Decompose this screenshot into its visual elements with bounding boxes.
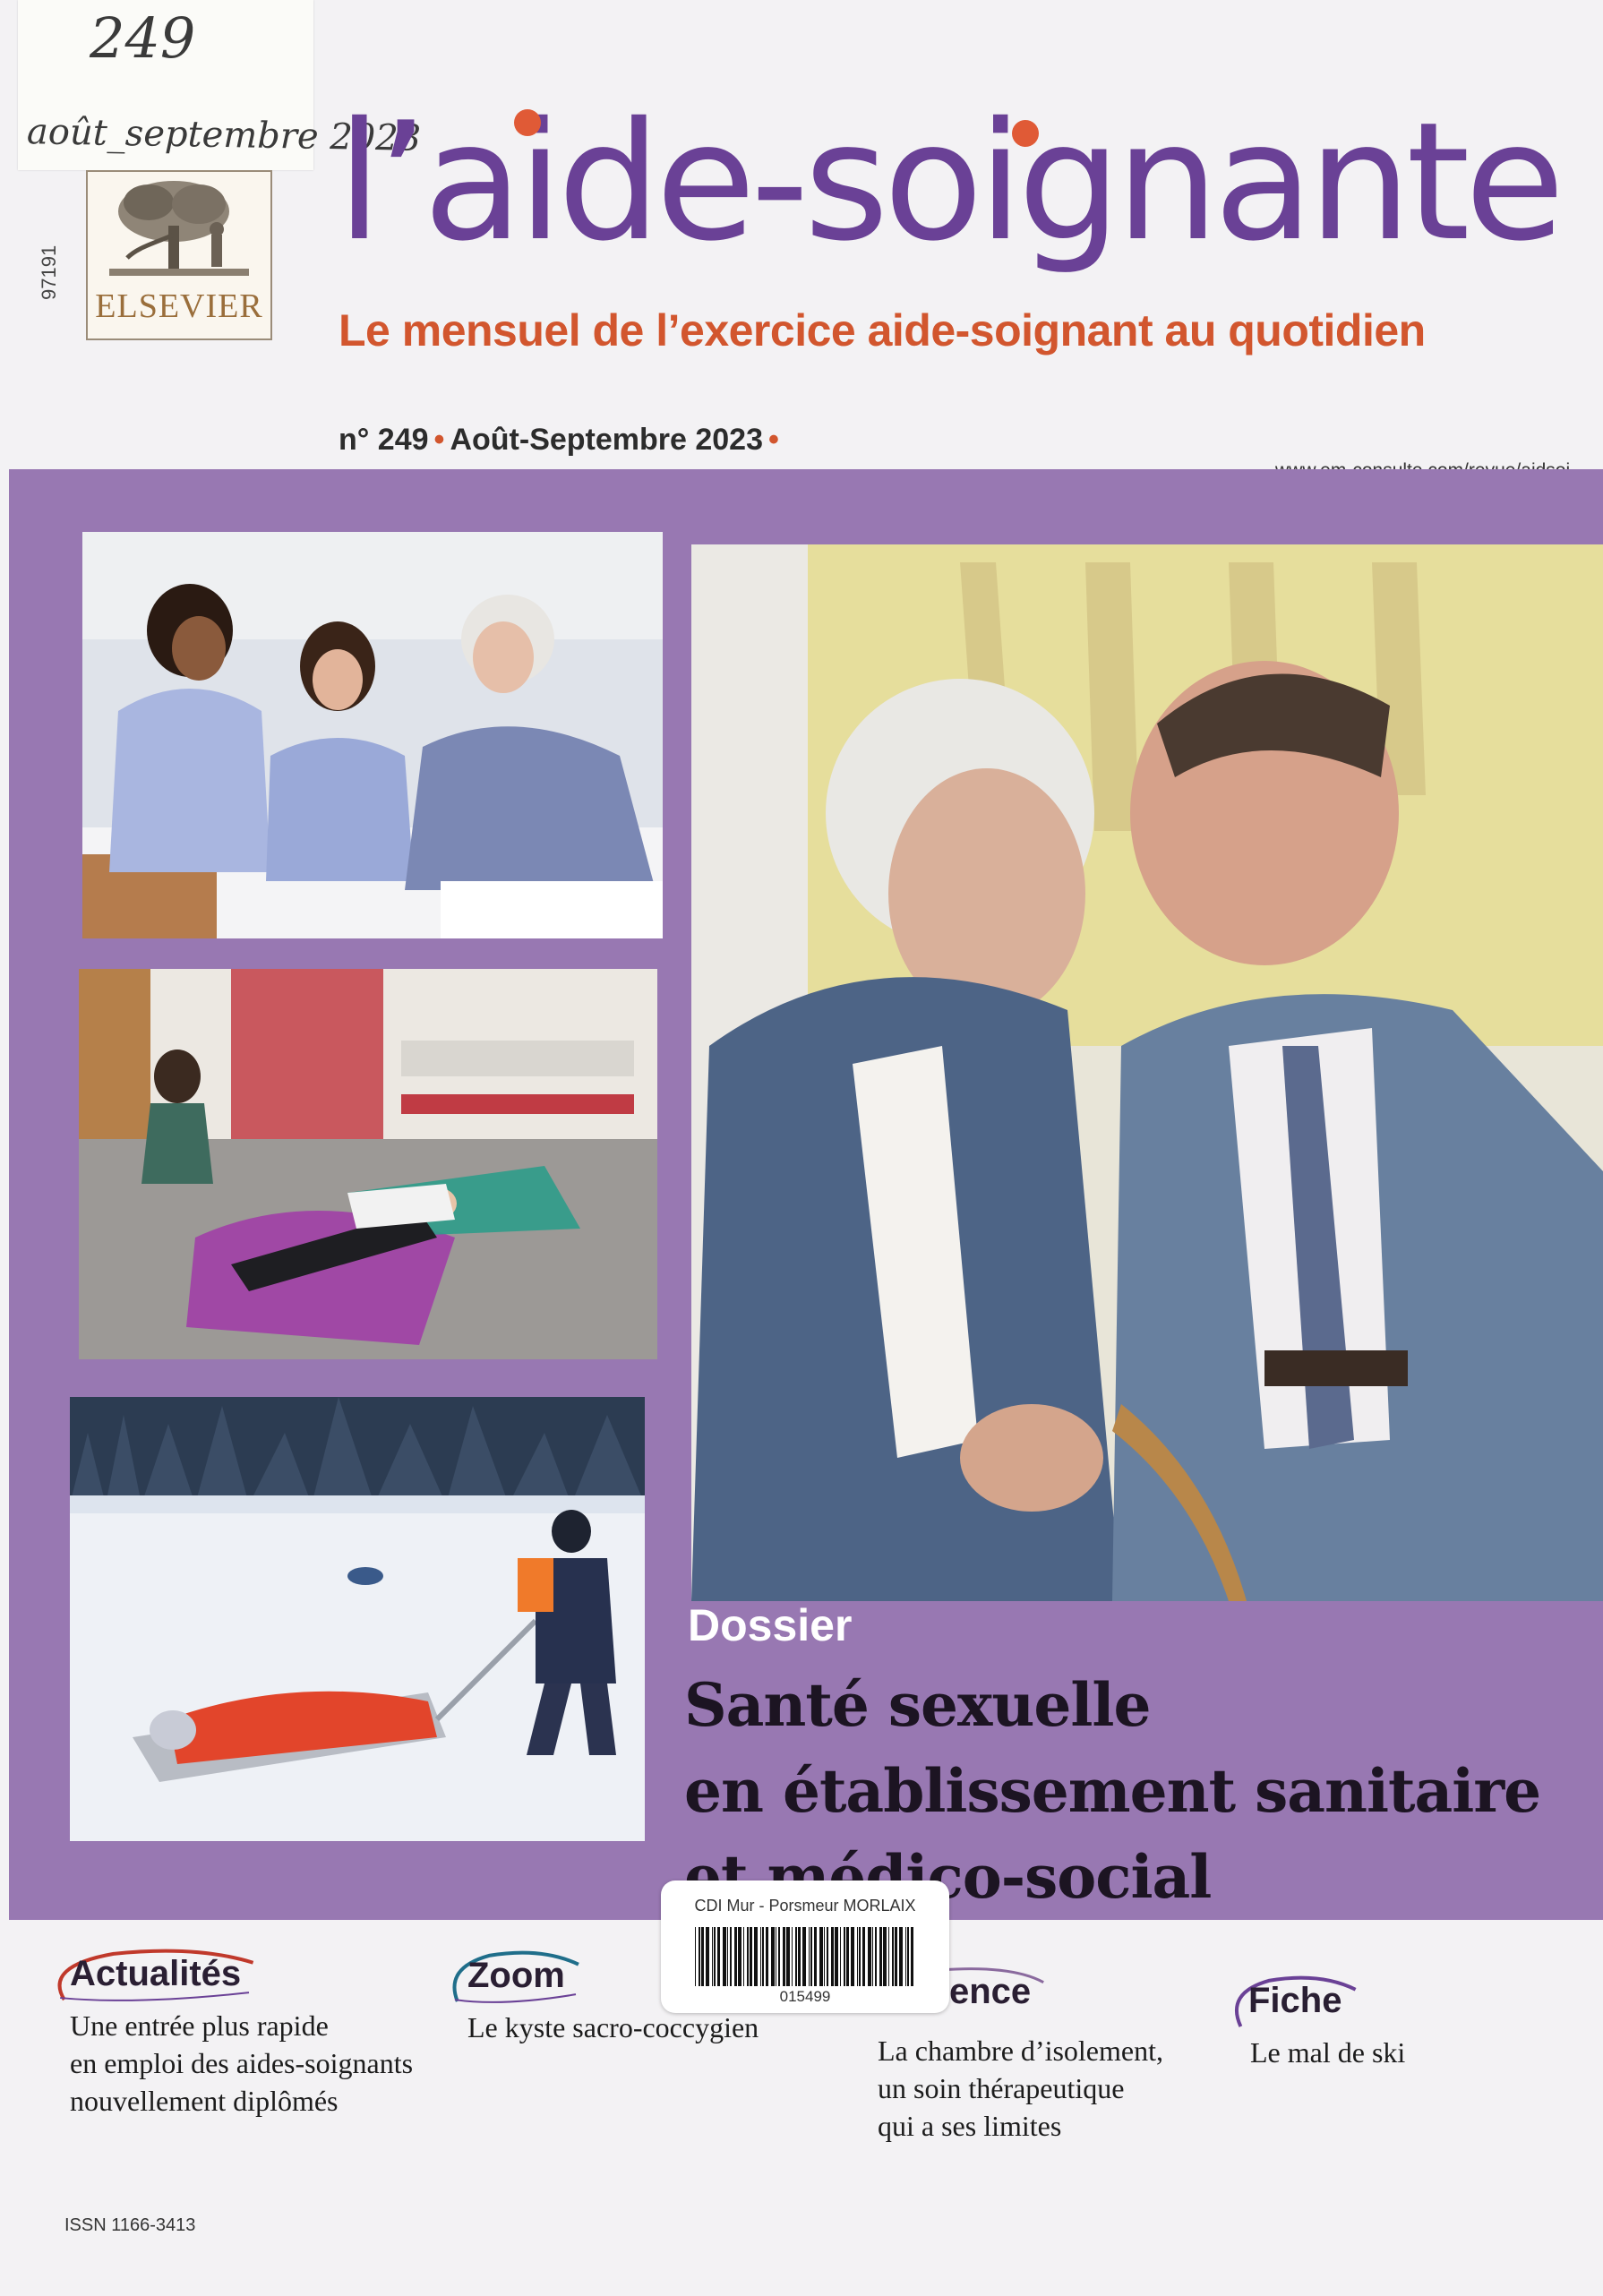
title-dot-decoration [1012, 120, 1039, 147]
side-code: 97191 [38, 244, 60, 300]
bullet-icon: • [768, 423, 779, 457]
dossier-title-line: en établissement sanitaire [684, 1756, 1541, 1826]
issn: ISSN 1166-3413 [64, 2215, 196, 2235]
photo-care-team [82, 532, 663, 938]
rubric-label: Actualités [52, 1949, 257, 2001]
issue-line: n° 249 • Août-Septembre 2023 • [339, 423, 784, 458]
publisher-logo: ELSEVIER [86, 170, 272, 340]
rubric-fiche: Fiche Le mal de ski [1230, 1975, 1405, 2071]
barcode-icon [695, 1927, 913, 1986]
rubric-label: Fiche [1230, 1975, 1358, 2028]
handwritten-note: 249 août_septembre 2023 [18, 0, 422, 170]
barcode-number: 015499 [779, 1988, 831, 2005]
tree-icon [91, 172, 265, 287]
library-barcode-sticker: CDI Mur - Porsmeur MORLAIX 015499 [661, 1880, 949, 2013]
rubric-text: La chambre d’isolement, un soin thérapeu… [878, 2035, 1163, 2142]
rubric-text: Une entrée plus rapide en emploi des aid… [70, 2009, 414, 2117]
photo-elderly-couple [691, 544, 1603, 1601]
photo-training-room [79, 969, 657, 1359]
issue-number: n° 249 [339, 423, 429, 457]
handwritten-number: 249 [90, 5, 196, 71]
bullet-icon: • [433, 423, 445, 457]
magazine-cover: 249 août_septembre 2023 ELSEVIER 97191 l… [0, 0, 1603, 2296]
rubric-text: Le mal de ski [1250, 2036, 1406, 2069]
rubric-text: Le kyste sacro-coccygien [467, 2011, 759, 2043]
library-name: CDI Mur - Porsmeur MORLAIX [694, 1897, 916, 1915]
publisher-name: ELSEVIER [95, 287, 263, 325]
photo-snow-rescue [70, 1397, 645, 1841]
dossier-title-line: Santé sexuelle [684, 1670, 1151, 1740]
dossier-label: Dossier [688, 1600, 853, 1650]
rubric-label: Zoom [450, 1950, 581, 2003]
issue-date: Août-Septembre 2023 [450, 423, 763, 457]
title-dot-decoration [514, 109, 541, 136]
rubric-actualites: Actualités Une entrée plus rapide en emp… [52, 1949, 413, 2120]
magazine-subtitle: Le mensuel de l’exercice aide-soignant a… [339, 305, 1426, 356]
